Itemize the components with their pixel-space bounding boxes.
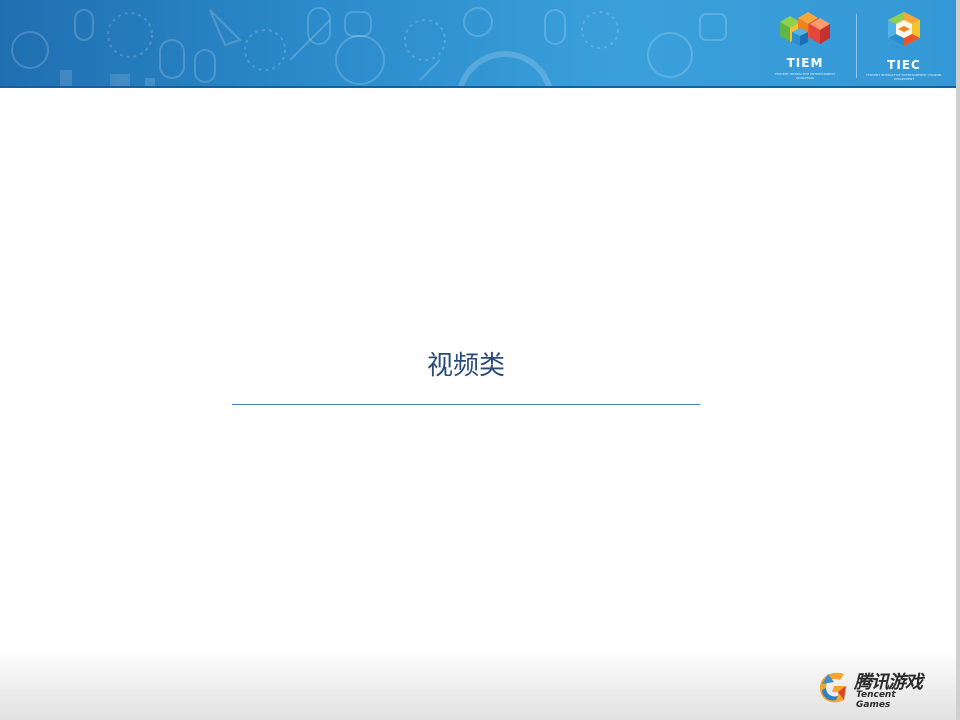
header-banner: TIEM TENCENT INTERACTIVE ENTERTAINMENT M… [0,0,956,88]
banner-bottom-border [0,86,956,88]
tiec-logo-label: TIEC [887,58,921,72]
slide-right-edge [956,0,960,720]
footer-brand-en: Tencent Games [856,690,896,710]
slide: TIEM TENCENT INTERACTIVE ENTERTAINMENT M… [0,0,956,720]
tiem-logo-subtitle: TENCENT INTERACTIVE ENTERTAINMENT MARKET… [774,72,836,80]
section-title: 视频类 [426,351,505,381]
logo-divider [856,14,857,78]
tiem-cube-logo-icon [780,12,830,46]
tiec-hexagon-logo-icon [888,12,920,46]
tiem-logo-label: TIEM [786,56,824,70]
tencent-games-logo: 腾讯游戏 Tencent Games [814,666,932,710]
tiem-logo: TIEM TENCENT INTERACTIVE ENTERTAINMENT M… [774,10,836,80]
tiec-logo: TIEC TENCENT INTERACTIVE ENTERTAINMENT C… [866,10,943,81]
title-underline [232,404,700,405]
footer [0,650,956,720]
tencent-games-logo-icon [820,672,846,703]
tiec-logo-subtitle: TENCENT INTERACTIVE ENTERTAINMENT CHANNE… [866,73,943,81]
